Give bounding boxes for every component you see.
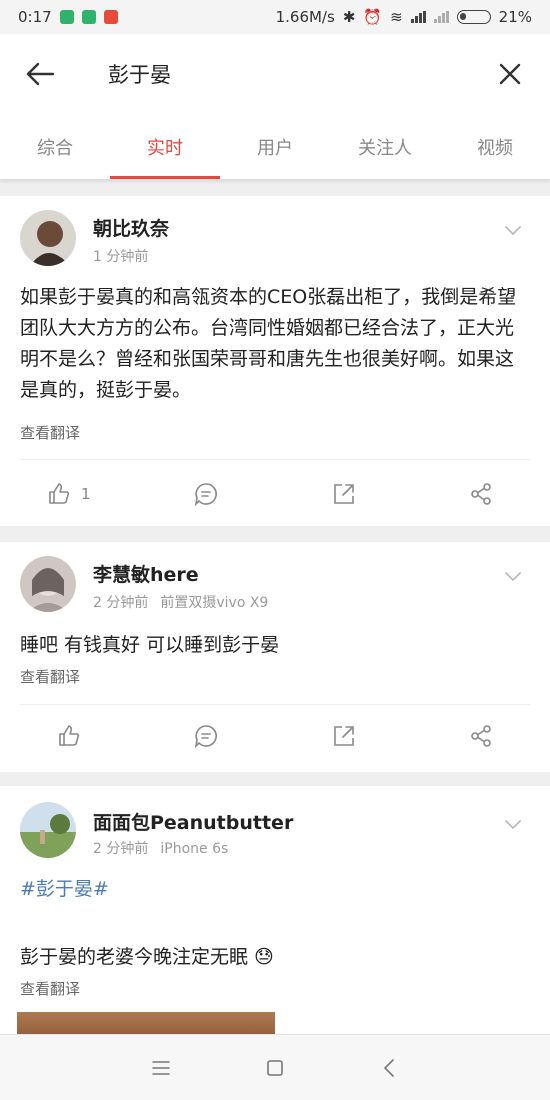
back-icon xyxy=(383,1058,394,1077)
translate-link[interactable]: 查看翻译 xyxy=(20,666,80,687)
translate-link[interactable]: 查看翻译 xyxy=(20,422,80,443)
search-tabs: 综合 实时 用户 关注人 视频 xyxy=(0,114,550,180)
signal-icon xyxy=(410,11,426,23)
close-icon[interactable] xyxy=(490,54,530,94)
back-button[interactable] xyxy=(332,1058,446,1078)
tab-users[interactable]: 用户 xyxy=(220,114,330,179)
home-icon xyxy=(267,1059,283,1076)
repost-icon xyxy=(333,726,354,746)
share-icon xyxy=(471,483,492,505)
search-header: 彭于晏 xyxy=(0,34,550,114)
repost-icon xyxy=(333,484,354,504)
like-button[interactable]: 1 xyxy=(0,472,138,516)
like-button[interactable] xyxy=(0,714,138,758)
post-header: 面面包Peanutbutter 2 分钟前 iPhone 6s xyxy=(0,786,550,858)
post-time: 2 分钟前 xyxy=(93,841,149,857)
avatar[interactable] xyxy=(20,210,76,266)
comment-icon xyxy=(195,483,218,506)
chevron-down-icon[interactable] xyxy=(504,222,522,236)
chevron-down-icon[interactable] xyxy=(504,568,522,582)
post-source: iPhone 6s xyxy=(160,841,229,857)
back-arrow-icon[interactable] xyxy=(20,54,60,94)
thumbs-up-icon xyxy=(49,483,70,504)
comment-icon xyxy=(195,725,218,748)
post-actions: 1 xyxy=(0,472,550,516)
share-button[interactable] xyxy=(413,714,550,758)
share-icon xyxy=(471,725,492,747)
play-app-icon xyxy=(81,10,96,24)
alarm-icon: ⏰ xyxy=(363,8,383,26)
post-meta: 1 分钟前 xyxy=(93,246,148,266)
comment-button[interactable] xyxy=(138,472,276,516)
home-button[interactable] xyxy=(218,1059,332,1077)
post-card: 面面包Peanutbutter 2 分钟前 iPhone 6s #彭于晏# 彭于晏… xyxy=(0,786,550,1034)
username[interactable]: 朝比玖奈 xyxy=(93,214,169,241)
wifi-icon: ≋ xyxy=(390,8,403,26)
status-time: 0:17 xyxy=(18,8,52,26)
post-header: 李慧敏here 2 分钟前 前置双摄vivo X9 xyxy=(0,542,550,614)
translate-link[interactable]: 查看翻译 xyxy=(20,978,80,999)
post-actions xyxy=(0,714,550,758)
menu-icon xyxy=(152,1060,170,1075)
system-nav-bar xyxy=(0,1034,550,1100)
post-meta: 2 分钟前 iPhone 6s xyxy=(93,838,228,858)
divider xyxy=(20,459,530,460)
comment-button[interactable] xyxy=(138,714,276,758)
post-time: 1 分钟前 xyxy=(93,249,149,265)
hashtag-link[interactable]: #彭于晏# xyxy=(20,874,109,901)
status-bar: 0:17 1.66M/s ✱ ⏰ ≋ 21% xyxy=(0,0,550,34)
battery-icon xyxy=(456,10,491,24)
tab-realtime[interactable]: 实时 xyxy=(110,114,220,179)
post-source: 前置双摄vivo X9 xyxy=(160,595,269,611)
tab-videos[interactable]: 视频 xyxy=(440,114,550,179)
repost-button[interactable] xyxy=(275,714,413,758)
battery-level: 21% xyxy=(498,8,532,26)
post-text: 彭于晏的老婆今晚注定无眠 😓 xyxy=(20,946,274,968)
post-text: 睡吧 有钱真好 可以睡到彭于晏 xyxy=(20,634,280,656)
post-time: 2 分钟前 xyxy=(93,595,149,611)
network-speed: 1.66M/s xyxy=(275,8,335,26)
tab-all[interactable]: 综合 xyxy=(0,114,110,179)
thumbs-up-icon xyxy=(58,725,79,746)
post-text: 如果彭于晏真的和高瓴资本的CEO张磊出柜了，我倒是希望团队大大方方的公布。台湾同… xyxy=(20,286,517,401)
mail-app-icon xyxy=(103,10,118,24)
bluetooth-icon: ✱ xyxy=(342,8,356,26)
tab-following[interactable]: 关注人 xyxy=(330,114,440,179)
divider xyxy=(20,704,530,705)
username[interactable]: 李慧敏here xyxy=(93,560,199,587)
username[interactable]: 面面包Peanutbutter xyxy=(93,808,293,835)
shield-app-icon xyxy=(59,10,74,24)
search-query[interactable]: 彭于晏 xyxy=(108,59,171,89)
post-image[interactable] xyxy=(17,1012,275,1034)
avatar[interactable] xyxy=(20,556,76,612)
like-count: 1 xyxy=(80,485,91,503)
post-meta: 2 分钟前 前置双摄vivo X9 xyxy=(93,592,268,612)
share-button[interactable] xyxy=(413,472,550,516)
avatar[interactable] xyxy=(20,802,76,858)
chevron-down-icon[interactable] xyxy=(504,816,522,830)
repost-button[interactable] xyxy=(275,472,413,516)
menu-button[interactable] xyxy=(104,1060,218,1076)
signal-off-icon xyxy=(433,11,449,23)
post-card: 李慧敏here 2 分钟前 前置双摄vivo X9 睡吧 有钱真好 可以睡到彭于晏… xyxy=(0,542,550,772)
post-card: 朝比玖奈 1 分钟前 如果彭于晏真的和高瓴资本的CEO张磊出柜了，我倒是希望团队… xyxy=(0,196,550,526)
post-header: 朝比玖奈 1 分钟前 xyxy=(0,196,550,268)
